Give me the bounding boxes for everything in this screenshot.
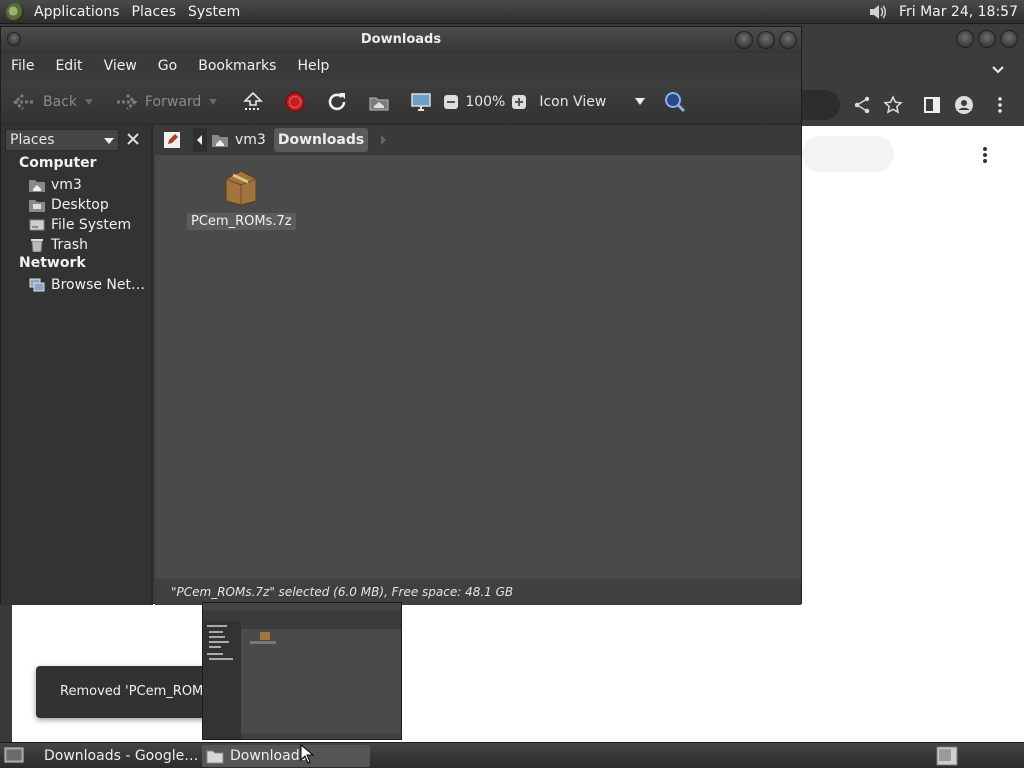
search-icon[interactable] (663, 90, 687, 114)
bookmark-star-icon[interactable] (883, 95, 903, 115)
toast-message: Removed 'PCem_ROMs.7 (60, 684, 223, 699)
browser-titlebar (800, 26, 1024, 84)
side-panel-icon[interactable] (922, 95, 942, 115)
file-view[interactable]: PCem_ROMs.7z (155, 155, 801, 605)
back-arrow-icon (12, 93, 33, 110)
share-icon[interactable] (852, 95, 872, 115)
edit-location-icon[interactable] (163, 131, 181, 149)
zoom-level[interactable]: 100% (465, 94, 505, 110)
browser-close-button[interactable] (1000, 30, 1018, 48)
mouse-cursor-icon (300, 744, 314, 764)
home-folder-icon[interactable] (367, 90, 391, 114)
close-button[interactable] (779, 31, 797, 49)
sidebar-heading-computer: Computer (19, 155, 97, 171)
sidebar-close-icon[interactable] (125, 131, 141, 147)
zoom-in-icon[interactable] (511, 94, 527, 110)
forward-button[interactable]: Forward (113, 87, 223, 117)
file-name: PCem_ROMs.7z (187, 213, 296, 230)
location-bar: vm3 Downloads (155, 125, 801, 155)
page-menu-icon[interactable] (982, 146, 988, 164)
menu-edit[interactable]: Edit (49, 58, 88, 74)
file-manager-window: Downloads File Edit View Go Bookmarks He… (0, 26, 802, 605)
menu-go[interactable]: Go (152, 58, 183, 74)
browser-maximize-button[interactable] (978, 30, 996, 48)
package-archive-icon (225, 170, 257, 206)
home-folder-icon (212, 135, 228, 147)
reload-icon[interactable] (325, 90, 349, 114)
breadcrumb-vm3[interactable]: vm3 (211, 128, 266, 152)
sidebar-item-desktop[interactable]: Desktop (29, 195, 109, 215)
show-desktop-icon[interactable] (4, 746, 24, 764)
taskbar-item-browser[interactable]: Downloads - Google… (34, 745, 198, 767)
view-mode-select[interactable]: Icon View (539, 94, 646, 110)
volume-icon[interactable] (867, 2, 887, 22)
clock[interactable]: Fri Mar 24, 18:57 (897, 4, 1024, 20)
menubar: File Edit View Go Bookmarks Help (1, 53, 801, 79)
sidebar-heading-network: Network (19, 255, 86, 271)
minimize-button[interactable] (735, 31, 753, 49)
home-folder-icon (29, 180, 45, 192)
menu-help[interactable]: Help (291, 58, 335, 74)
menu-file[interactable]: File (5, 58, 40, 74)
toolbar: Back Forward 100% Icon View (1, 79, 801, 125)
window-preview-thumbnail[interactable] (202, 602, 402, 740)
top-panel: Applications Places System Fri Mar 24, 1… (0, 0, 1024, 24)
browser-toolbar (800, 84, 1024, 126)
menu-applications[interactable]: Applications (28, 0, 126, 24)
taskbar-item-file-manager[interactable]: Downloads (202, 745, 370, 767)
back-history-dropdown-icon[interactable] (85, 98, 93, 105)
breadcrumb-downloads[interactable]: Downloads (273, 128, 369, 152)
up-folder-icon[interactable] (241, 90, 265, 114)
stop-icon[interactable] (283, 90, 307, 114)
sidebar-item-trash[interactable]: Trash (29, 235, 88, 255)
window-thumbnail-image (203, 603, 401, 739)
distro-logo-icon[interactable] (6, 2, 24, 21)
menu-system[interactable]: System (182, 0, 246, 24)
status-text: "PCem_ROMs.7z" selected (6.0 MB), Free s… (171, 585, 514, 599)
selector-dropdown-icon (104, 138, 114, 144)
desktop-folder-icon (29, 200, 45, 212)
forward-arrow-icon (117, 93, 138, 110)
sidebar-item-file-system[interactable]: File System (29, 215, 131, 235)
zoom-out-icon[interactable] (443, 94, 459, 110)
harddisk-icon (29, 219, 45, 231)
forward-history-dropdown-icon[interactable] (209, 98, 218, 105)
menu-bookmarks[interactable]: Bookmarks (192, 58, 282, 74)
network-icon (29, 278, 45, 292)
folder-icon (206, 750, 224, 764)
breadcrumb-right-icon[interactable] (378, 128, 388, 152)
computer-icon[interactable] (409, 90, 433, 114)
maximize-button[interactable] (757, 31, 775, 49)
address-bar[interactable] (800, 90, 840, 120)
sidebar-item-browse-network[interactable]: Browse Net… (29, 275, 145, 295)
bottom-panel: Downloads - Google… Downloads (0, 742, 1024, 768)
browser-minimize-button[interactable] (956, 30, 974, 48)
menu-places[interactable]: Places (126, 0, 183, 24)
window-title: Downloads (360, 32, 442, 47)
workspace-switcher-icon[interactable] (936, 746, 958, 766)
profile-avatar-icon[interactable] (954, 95, 974, 115)
sidebar-item-vm3[interactable]: vm3 (29, 175, 82, 195)
browser-menu-icon[interactable] (990, 95, 1010, 115)
window-menu-button[interactable] (7, 32, 21, 46)
sidebar: Places Computer vm3 Desktop File System … (1, 125, 153, 605)
tab-search-chevron-icon[interactable] (992, 64, 1004, 76)
window-titlebar[interactable]: Downloads (1, 27, 801, 53)
sidebar-selector[interactable]: Places (5, 129, 119, 151)
back-button[interactable]: Back (11, 87, 99, 117)
view-mode-dropdown-icon (635, 98, 646, 105)
search-pill[interactable] (802, 136, 894, 172)
menu-view[interactable]: View (98, 58, 143, 74)
trash-icon (31, 239, 43, 252)
breadcrumb-left-icon[interactable] (193, 128, 207, 152)
file-item[interactable]: PCem_ROMs.7z (187, 167, 296, 230)
